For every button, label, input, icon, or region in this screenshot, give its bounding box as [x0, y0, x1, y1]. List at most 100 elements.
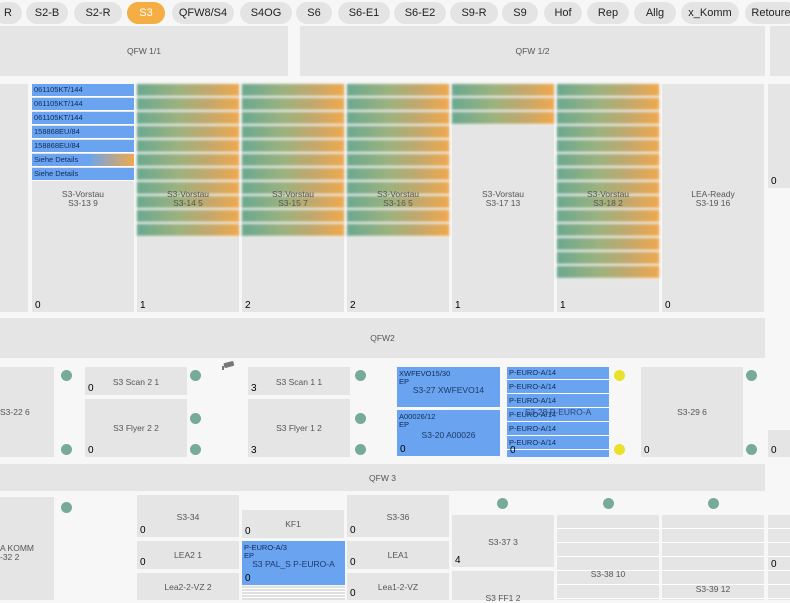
tab-rep[interactable]: Rep [587, 2, 629, 24]
tab-allg[interactable]: Allg [634, 2, 676, 24]
lane-count: 1 [140, 300, 146, 311]
tab-bar: R S2-B S2-R S3 QFW8/S4 S4OG S6 S6-E1 S6-… [0, 0, 790, 28]
lane-item[interactable]: P-EURO-A/14 [507, 437, 609, 450]
station-flyer-2-2[interactable]: S3 Flyer 2 2 0 [85, 399, 187, 457]
right-edge-count: 0 [771, 559, 777, 570]
lane-name: LEA1 [387, 550, 409, 560]
lane-s3-16[interactable]: S3-Vorstau S3-16 5 2 [347, 84, 449, 312]
status-dot-icon [190, 370, 201, 381]
lane-s3-36[interactable]: S3-36 0 [347, 495, 449, 537]
tab-s4og[interactable]: S4OG [240, 2, 292, 24]
zone-qfw3[interactable]: QFW 3 [0, 464, 765, 491]
lane-s3-ff1[interactable]: S3 FF1 2 [452, 571, 554, 603]
station-scan-2-1[interactable]: S3 Scan 2 1 0 [85, 367, 187, 395]
tab-s2-r[interactable]: S2-R [74, 2, 122, 24]
lane-s3-28[interactable]: P-EURO-A/14 P-EURO-A/14 P-EURO-A/14 P-EU… [507, 367, 609, 457]
lane-s3-15[interactable]: S3-Vorstau S3-15 7 2 [242, 84, 344, 312]
lane-s3-18[interactable]: S3-Vorstau S3-18 2 1 [557, 84, 659, 312]
lane-lea2-1[interactable]: LEA2 1 0 [137, 541, 239, 569]
tab-s3[interactable]: S3 [127, 2, 165, 24]
lane-s3-19[interactable]: LEA-Ready S3-19 16 0 [662, 84, 764, 312]
station-count: 3 [251, 445, 257, 456]
lane-item[interactable]: Siehe Details [32, 154, 134, 167]
lane-s3-22[interactable]: S3-22 6 [0, 367, 54, 457]
tab-s9[interactable]: S9 [502, 2, 538, 24]
tab-s2-b[interactable]: S2-B [26, 2, 68, 24]
lane-name: S3-34 [176, 512, 200, 522]
lane-name: S3 PAL_S P-EURO-A [252, 559, 335, 569]
lane-s3-pal[interactable]: P-EURO-A/3 EP S3 PAL_S P-EURO-A 0 [242, 541, 345, 585]
lane-item[interactable]: 158868EU/84 [32, 140, 134, 153]
right-edge-box-bottom: 0 [768, 515, 790, 600]
status-dot-icon [708, 498, 719, 509]
lane-name: S3-29 6 [677, 407, 707, 417]
lane-name: S3-36 [386, 512, 410, 522]
lane-item[interactable]: 158868EU/84 [32, 126, 134, 139]
tab-s6[interactable]: S6 [296, 2, 332, 24]
lane-s3-13[interactable]: 061105KT/144 061105KT/144 061105KT/144 1… [32, 84, 134, 312]
tab-s9-r[interactable]: S9-R [450, 2, 498, 24]
lane-item[interactable]: P-EURO-A/14 [507, 381, 609, 394]
station-count: 0 [88, 445, 94, 456]
right-edge-box: 0 [768, 84, 790, 188]
lane-item[interactable]: P-EURO-A/14 [507, 367, 609, 380]
lane-item[interactable]: 061105KT/144 [32, 112, 134, 125]
right-edge-count: 0 [771, 445, 777, 456]
lane-s3-37[interactable]: S3-37 3 4 [452, 515, 554, 567]
status-dot-icon [355, 444, 366, 455]
lane-lea2-2-vz[interactable]: Lea2-2-VZ 2 [137, 573, 239, 600]
zone-qfw-1-2[interactable]: QFW 1/2 [300, 26, 765, 76]
lane-s3-27[interactable]: XWFEVO15/30 EP S3-27 XWFEVO14 [397, 367, 500, 407]
lane-s3-38[interactable]: S3-38 10 [557, 515, 659, 600]
status-dot-icon [746, 444, 757, 455]
lane-kf1[interactable]: KF1 0 [242, 510, 344, 538]
lane-item[interactable]: 061105KT/144 [32, 98, 134, 111]
lane-s3-14[interactable]: S3-Vorstau S3-14 5 1 [137, 84, 239, 312]
lane-blurred-items [557, 84, 659, 284]
status-dot-icon [190, 413, 201, 424]
station-label: S3 Scan 1 1 [275, 377, 323, 387]
lane-s3-29[interactable]: S3-29 6 0 [641, 367, 743, 457]
tab-x-komm[interactable]: x_Komm [681, 2, 739, 24]
station-count: 3 [251, 383, 257, 394]
lane-name: S3-28 P-EURO-A [524, 407, 592, 417]
status-dot-icon [355, 413, 366, 424]
lane-blurred-items [452, 84, 554, 126]
lane-item[interactable]: 061105KT/144 [32, 84, 134, 97]
lane-blurred-items [242, 84, 344, 240]
tab-s6-e2[interactable]: S6-E2 [394, 2, 446, 24]
lane-komm[interactable]: A KOMM -32 2 [0, 497, 54, 600]
lane-s3-pal-rows [242, 586, 345, 600]
lane-name: LEA2 1 [174, 550, 202, 560]
station-label: S3 Scan 2 1 [112, 377, 160, 387]
lane-lea1-2-vz[interactable]: Lea1-2-VZ 0 [347, 573, 449, 600]
lane-s3-34[interactable]: S3-34 0 [137, 495, 239, 537]
lane-count: 0 [35, 300, 41, 311]
right-edge-box-mid: 0 [768, 430, 790, 457]
zone-qfw2[interactable]: QFW2 [0, 318, 765, 358]
zone-label: QFW2 [370, 333, 395, 343]
tab-r[interactable]: R [0, 2, 22, 24]
lane-name: S3 FF1 2 [485, 593, 521, 603]
lane-name: -32 2 [0, 552, 20, 562]
zone-label: QFW 3 [369, 473, 396, 483]
tab-retoure[interactable]: Retoure [745, 2, 790, 24]
lane-count: 2 [350, 300, 356, 311]
lane-item[interactable]: Siehe Details [32, 168, 134, 181]
lane-item[interactable]: P-EURO-A/14 [507, 423, 609, 436]
lane-s3-39[interactable]: S3-39 12 [662, 515, 764, 600]
lane-s3-17[interactable]: S3-Vorstau S3-17 13 1 [452, 84, 554, 312]
station-scan-1-1[interactable]: S3 Scan 1 1 3 [248, 367, 350, 395]
tab-hof[interactable]: Hof [544, 2, 582, 24]
tab-s6-e1[interactable]: S6-E1 [338, 2, 390, 24]
lane-lea1[interactable]: LEA1 0 [347, 541, 449, 569]
station-flyer-1-2[interactable]: S3 Flyer 1 2 3 [248, 399, 350, 457]
lane-s3-20[interactable]: A00026/12 EP S3-20 A00026 0 [397, 410, 500, 456]
lane-count: 0 [245, 573, 251, 584]
zone-label: QFW 1/2 [515, 46, 550, 56]
zone-label: QFW 1/1 [126, 46, 161, 56]
tab-qfw8-s4[interactable]: QFW8/S4 [172, 2, 234, 24]
lane-count: 1 [560, 300, 566, 311]
lane-name: S3-16 5 [383, 198, 413, 208]
zone-qfw-1-1[interactable]: QFW 1/1 [0, 26, 288, 76]
